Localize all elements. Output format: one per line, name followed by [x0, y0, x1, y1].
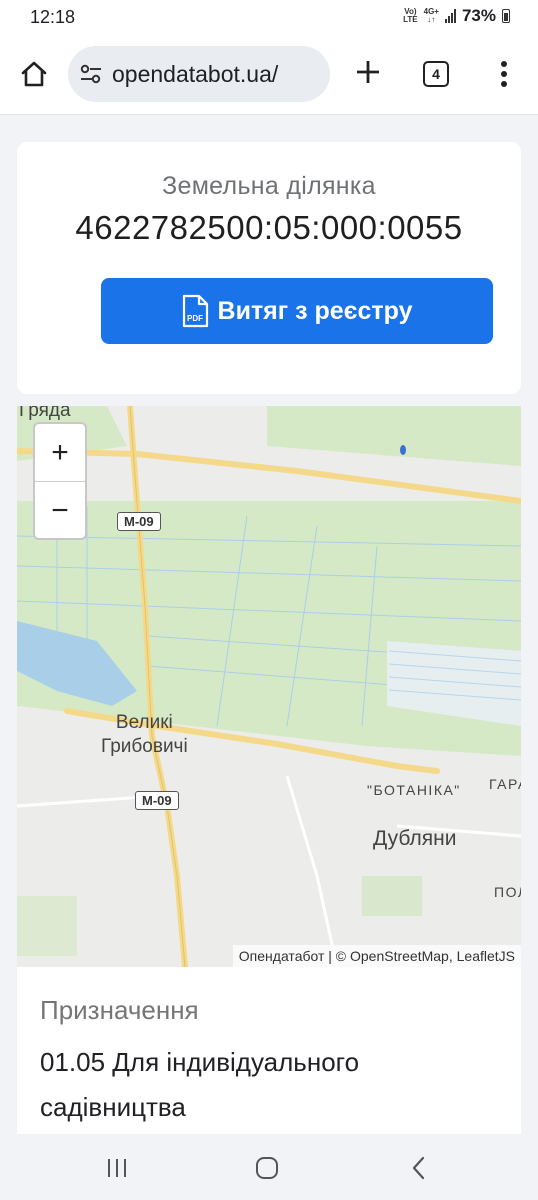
home-nav-button[interactable]	[252, 1154, 282, 1182]
new-tab-button[interactable]	[350, 54, 386, 90]
plus-icon	[357, 61, 379, 83]
parcel-map[interactable]: + − Гряда Великі Грибовичі "БОТАНІКА" Ду…	[17, 406, 521, 967]
url-text[interactable]: opendatabot.ua/	[112, 61, 278, 88]
signal-icon	[444, 9, 456, 23]
map-tiles	[17, 406, 521, 967]
zoom-control: + −	[33, 422, 87, 540]
map-attribution[interactable]: Опендатабот | © OpenStreetMap, LeafletJS	[232, 945, 521, 967]
map-label-botanika: "БОТАНІКА"	[367, 782, 461, 798]
more-menu-button[interactable]	[492, 56, 516, 92]
home-circle-icon	[256, 1157, 278, 1179]
svg-text:PDF: PDF	[187, 314, 203, 323]
volte-indicator: Vo) LTE	[403, 7, 418, 24]
network-type-indicator: 4G+ ↓↑	[423, 7, 439, 24]
parcel-card: Земельна ділянка 4622782500:05:000:0055 …	[17, 142, 521, 394]
zoom-out-button[interactable]: −	[35, 482, 85, 539]
back-chevron-icon	[412, 1156, 425, 1180]
cadastral-number: 4622782500:05:000:0055	[75, 209, 463, 246]
status-time: 12:18	[30, 7, 76, 27]
system-nav-bar	[0, 1134, 538, 1200]
tab-switcher-button[interactable]: 4	[423, 61, 449, 87]
card-subtitle: Земельна ділянка	[162, 172, 376, 200]
more-vert-icon	[501, 61, 507, 87]
status-bar: 12:18 Vo) LTE 4G+ ↓↑ 73%	[0, 0, 538, 34]
site-settings-icon[interactable]	[80, 63, 102, 85]
pdf-file-icon: PDF	[182, 294, 208, 328]
home-button[interactable]	[14, 54, 54, 94]
map-label-edge-bottom: ПОЛ	[494, 884, 521, 900]
browser-toolbar: opendatabot.ua/ 4	[0, 34, 538, 115]
map-label-edge-top: ГАРА	[489, 776, 521, 792]
battery-icon	[502, 9, 510, 23]
map-label-village: Великі Грибовичі	[101, 712, 188, 757]
purpose-value: 01.05 Для індивідуального садівництва	[40, 1047, 360, 1122]
zoom-in-button[interactable]: +	[35, 424, 85, 482]
status-icons: Vo) LTE 4G+ ↓↑ 73%	[403, 6, 510, 26]
purpose-section: Призначення 01.05 Для індивідуального са…	[17, 967, 521, 1135]
registry-extract-button[interactable]: PDF Витяг з реєстру	[101, 278, 493, 344]
purpose-label: Призначення	[40, 995, 199, 1025]
road-shield: М-09	[117, 512, 161, 531]
recent-apps-icon	[108, 1159, 126, 1177]
address-bar[interactable]: opendatabot.ua/	[68, 46, 330, 102]
back-button[interactable]	[404, 1154, 434, 1182]
map-label-place: Гряда	[19, 406, 71, 421]
road-shield: М-09	[135, 791, 179, 810]
map-label-town: Дубляни	[373, 827, 457, 850]
recent-apps-button[interactable]	[102, 1154, 132, 1182]
registry-extract-label: Витяг з реєстру	[217, 296, 413, 325]
battery-percent: 73%	[461, 6, 496, 25]
home-icon	[21, 61, 47, 87]
